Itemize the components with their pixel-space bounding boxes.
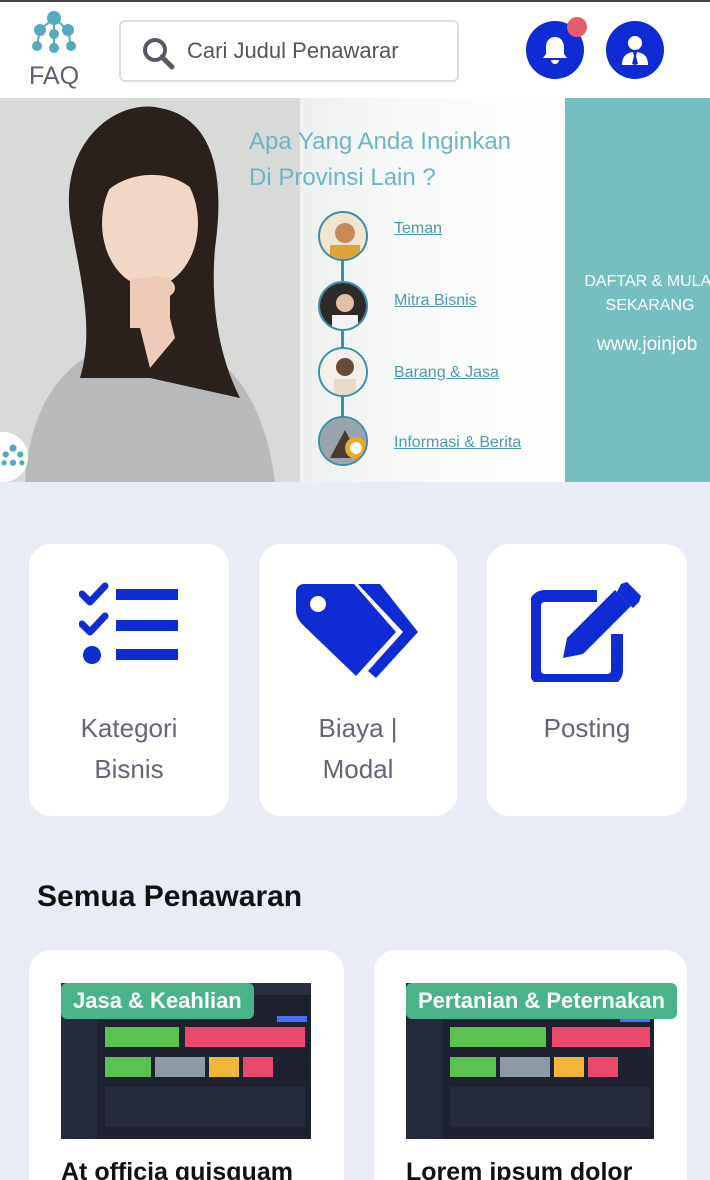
timeline-line xyxy=(341,233,344,443)
friend-avatar xyxy=(318,211,368,261)
news-info-avatar xyxy=(318,416,368,466)
notification-dot xyxy=(567,17,587,37)
tags-icon xyxy=(296,584,418,678)
website-url: www.joinjob xyxy=(597,334,698,355)
category-badge: Jasa & Keahlian xyxy=(61,983,254,1019)
edit-icon xyxy=(531,582,641,682)
banner-headline: Apa Yang Anda Inginkan xyxy=(249,128,512,155)
offer-title[interactable]: At officia quisquam xyxy=(61,1158,293,1180)
category-label: Biaya | Modal xyxy=(318,713,398,784)
cta-text: DAFTAR & MULAI xyxy=(584,273,710,290)
banner-option-mitra-bisnis[interactable]: Mitra Bisnis xyxy=(394,292,477,310)
category-card-biaya-modal[interactable]: Biaya | Modal xyxy=(259,544,457,816)
category-label: Posting xyxy=(543,713,631,743)
list-check-icon xyxy=(79,582,178,664)
category-card-posting[interactable]: Posting xyxy=(487,544,687,816)
section-title: Semua Penawaran xyxy=(37,880,303,913)
offer-card[interactable]: Pertanian & Peternakan Lorem ipsum dolor xyxy=(374,950,687,1180)
category-label: Kategori Bisnis xyxy=(80,713,178,784)
logo-icon xyxy=(32,11,76,53)
offer-title[interactable]: Lorem ipsum dolor xyxy=(406,1158,632,1180)
offer-card[interactable]: Jasa & Keahlian At officia quisquam xyxy=(29,950,344,1180)
business-partner-avatar xyxy=(318,281,368,331)
search-box[interactable] xyxy=(119,20,459,82)
search-icon xyxy=(143,38,175,70)
category-badge: Pertanian & Peternakan xyxy=(406,983,677,1019)
cta-text: SEKARANG xyxy=(605,297,695,314)
goods-services-avatar xyxy=(318,347,368,397)
faq-label: FAQ xyxy=(29,62,80,90)
category-card-kategori-bisnis[interactable]: Kategori Bisnis xyxy=(29,544,229,816)
logo-icon xyxy=(1,444,25,466)
bell-icon xyxy=(543,37,567,64)
promo-banner[interactable]: Apa Yang Anda Inginkan Di Provinsi Lain … xyxy=(0,98,710,482)
user-icon xyxy=(622,36,648,65)
faq-logo[interactable]: FAQ xyxy=(26,6,82,92)
banner-option-teman[interactable]: Teman xyxy=(394,220,442,238)
top-bar: FAQ xyxy=(0,0,710,98)
search-input[interactable] xyxy=(187,22,447,80)
banner-option-informasi-berita[interactable]: Informasi & Berita xyxy=(394,434,521,452)
banner-headline: Di Provinsi Lain ? xyxy=(249,164,436,191)
profile-button[interactable] xyxy=(606,21,664,79)
banner-option-barang-jasa[interactable]: Barang & Jasa xyxy=(394,364,499,382)
